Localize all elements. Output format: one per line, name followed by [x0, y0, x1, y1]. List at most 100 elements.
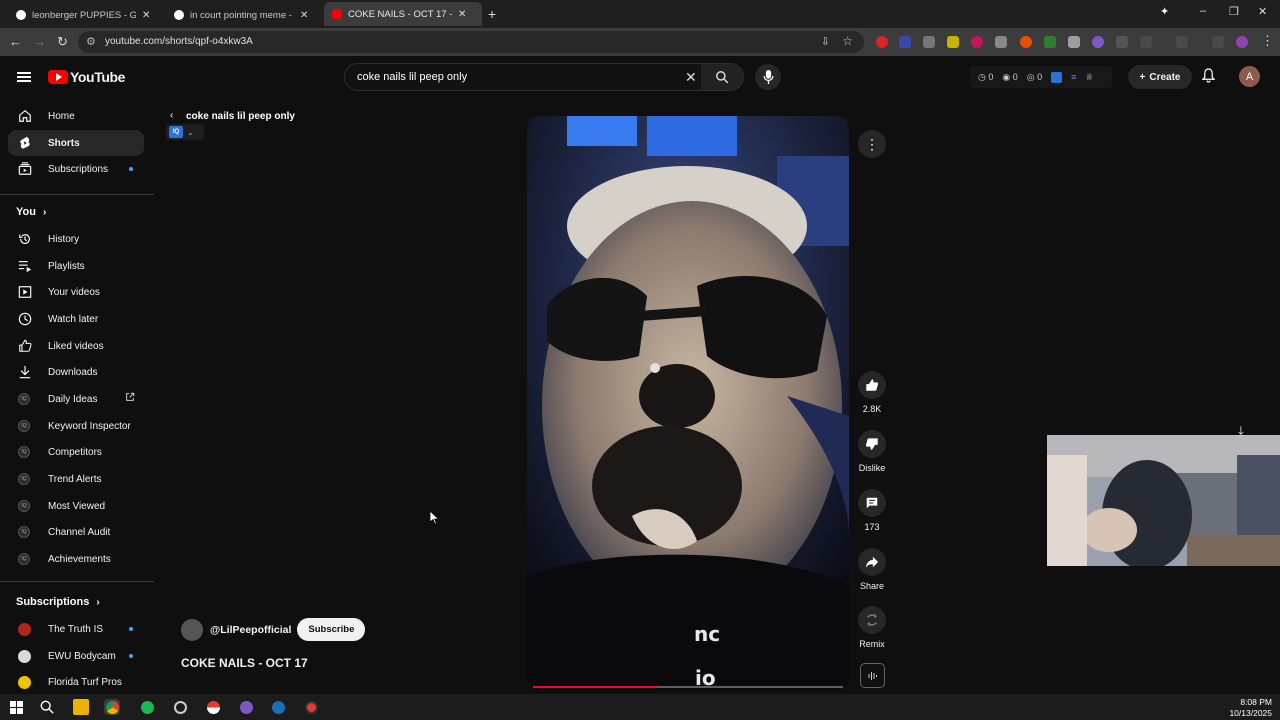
- create-button[interactable]: + Create: [1128, 65, 1192, 89]
- back-icon[interactable]: ←: [9, 35, 22, 49]
- vidiq-icon[interactable]: [1051, 71, 1063, 83]
- extension-icon[interactable]: [1068, 36, 1080, 48]
- like-button[interactable]: [858, 371, 886, 399]
- steam-icon[interactable]: [270, 699, 286, 715]
- comments-button[interactable]: [858, 489, 886, 517]
- like-action[interactable]: 2.8K: [852, 371, 892, 414]
- subscription-item[interactable]: Florida Turf Pros: [8, 669, 144, 695]
- sidebar-item-history[interactable]: History: [8, 226, 144, 252]
- restore-icon[interactable]: ❐: [1229, 5, 1239, 18]
- dislike-button[interactable]: [858, 430, 886, 458]
- extension-icon[interactable]: [971, 36, 983, 48]
- minimize-icon[interactable]: –: [1200, 5, 1206, 17]
- sidebar-item-channel-audit[interactable]: IQ Channel Audit: [8, 519, 144, 545]
- extension-icon[interactable]: [947, 36, 959, 48]
- discord-icon[interactable]: [238, 699, 254, 715]
- profile-icon[interactable]: [1236, 36, 1248, 48]
- channel-handle[interactable]: @LilPeepofficial: [210, 624, 291, 636]
- search-button[interactable]: [701, 64, 743, 90]
- extension-icon[interactable]: [899, 36, 911, 48]
- sidebar-item-trend-alerts[interactable]: IQ Trend Alerts: [8, 466, 144, 492]
- remix-button[interactable]: [858, 606, 886, 634]
- subscriptions-section-heading[interactable]: Subscriptions ›: [16, 596, 100, 608]
- video-progress-bar[interactable]: [533, 686, 843, 688]
- clear-search-icon[interactable]: ✕: [685, 69, 697, 86]
- pokeball-icon[interactable]: [205, 699, 221, 715]
- system-clock[interactable]: 8:08 PM 10/13/2025: [1229, 697, 1272, 719]
- windows-start-icon[interactable]: [8, 699, 24, 715]
- app-icon[interactable]: [172, 699, 188, 715]
- subscribe-button[interactable]: Subscribe: [297, 618, 366, 641]
- menu-icon[interactable]: [17, 72, 31, 82]
- sidebar-item-watch-later[interactable]: Watch later: [8, 306, 144, 332]
- sound-thumbnail-button[interactable]: [860, 663, 885, 688]
- extension-icon[interactable]: [876, 36, 888, 48]
- browser-menu-icon[interactable]: ⋮: [1261, 34, 1274, 48]
- close-tab-icon[interactable]: ✕: [142, 10, 150, 21]
- sidebar-item-competitors[interactable]: IQ Competitors: [8, 439, 144, 465]
- browser-tab[interactable]: leonberger PUPPIES - Google S ✕: [8, 4, 166, 26]
- sidebar-item-home[interactable]: Home: [8, 103, 144, 129]
- sidebar-item-most-viewed[interactable]: IQ Most Viewed: [8, 493, 144, 519]
- split-view-icon[interactable]: [1176, 36, 1188, 48]
- install-app-icon[interactable]: ⇩: [821, 35, 830, 48]
- chrome-taskbar-button[interactable]: [104, 699, 120, 715]
- extensions-puzzle-icon[interactable]: [1140, 36, 1152, 48]
- reload-icon[interactable]: ↻: [57, 35, 68, 49]
- more-options-button[interactable]: ⋮: [858, 130, 886, 158]
- extension-icon[interactable]: [1020, 36, 1032, 48]
- notifications-button[interactable]: [1201, 68, 1216, 88]
- gemini-icon[interactable]: ✦: [1160, 5, 1169, 18]
- dislike-action[interactable]: Dislike: [852, 430, 892, 473]
- channel-avatar[interactable]: [181, 618, 203, 641]
- sidebar-item-your-videos[interactable]: Your videos: [8, 279, 144, 305]
- sidebar-item-achievements[interactable]: IQ Achievements: [8, 546, 144, 572]
- you-section-heading[interactable]: You ›: [16, 206, 46, 218]
- file-explorer-icon[interactable]: [73, 699, 89, 715]
- remix-action[interactable]: Remix: [852, 606, 892, 649]
- account-avatar[interactable]: A: [1239, 66, 1260, 87]
- search-box[interactable]: coke nails lil peep only ✕: [344, 63, 744, 91]
- youtube-logo[interactable]: YouTube: [48, 69, 125, 85]
- shorts-video-player[interactable]: nc io: [527, 116, 849, 690]
- share-button[interactable]: [858, 548, 886, 576]
- address-bar[interactable]: ⚙ youtube.com/shorts/qpf-o4xkw3A ⇩ ☆: [78, 31, 864, 53]
- download-arrow-icon[interactable]: ⤓: [1238, 423, 1244, 439]
- trophy-icon[interactable]: ♕: [1085, 72, 1093, 83]
- comments-action[interactable]: 173: [852, 489, 892, 532]
- spotify-icon[interactable]: [139, 699, 155, 715]
- reading-list-icon[interactable]: [1212, 36, 1224, 48]
- sidebar-item-keyword-inspector[interactable]: IQ Keyword Inspector: [8, 413, 144, 439]
- share-action[interactable]: Share: [852, 548, 892, 591]
- divider: [0, 194, 154, 195]
- list-icon[interactable]: ≡: [1071, 72, 1076, 82]
- bookmark-star-icon[interactable]: ☆: [842, 34, 853, 48]
- close-tab-icon[interactable]: ✕: [458, 9, 466, 20]
- back-arrow-icon[interactable]: ‹: [170, 110, 173, 121]
- sidebar-item-playlists[interactable]: Playlists: [8, 253, 144, 279]
- sidebar-item-downloads[interactable]: Downloads: [8, 359, 144, 385]
- sidebar-item-daily-ideas[interactable]: IQ Daily Ideas: [8, 386, 144, 412]
- sidebar-item-shorts[interactable]: Shorts: [8, 130, 144, 156]
- search-icon[interactable]: [39, 699, 55, 715]
- extension-icon[interactable]: [1044, 36, 1056, 48]
- vidiq-badge[interactable]: IQ ⌄: [166, 124, 204, 140]
- voice-search-button[interactable]: [755, 64, 781, 90]
- browser-tab-active[interactable]: COKE NAILS - OCT 17 - You ✕: [324, 2, 482, 26]
- close-tab-icon[interactable]: ✕: [300, 10, 308, 21]
- extension-icon[interactable]: [1092, 36, 1104, 48]
- extension-icon[interactable]: [923, 36, 935, 48]
- search-input[interactable]: coke nails lil peep only: [357, 71, 467, 83]
- subscription-item[interactable]: The Truth IS: [8, 616, 144, 642]
- sidebar-item-liked-videos[interactable]: Liked videos: [8, 333, 144, 359]
- site-info-icon[interactable]: ⚙: [86, 35, 96, 48]
- extension-icon[interactable]: [995, 36, 1007, 48]
- sidebar-item-subscriptions[interactable]: Subscriptions: [8, 156, 144, 182]
- close-window-icon[interactable]: ✕: [1258, 5, 1267, 18]
- browser-tab[interactable]: in court pointing meme - Goog ✕: [166, 4, 324, 26]
- new-tab-icon[interactable]: +: [488, 6, 496, 22]
- extension-icon[interactable]: [1116, 36, 1128, 48]
- obs-icon[interactable]: [303, 699, 319, 715]
- subscription-item[interactable]: EWU Bodycam: [8, 643, 144, 669]
- forward-icon[interactable]: →: [33, 35, 46, 49]
